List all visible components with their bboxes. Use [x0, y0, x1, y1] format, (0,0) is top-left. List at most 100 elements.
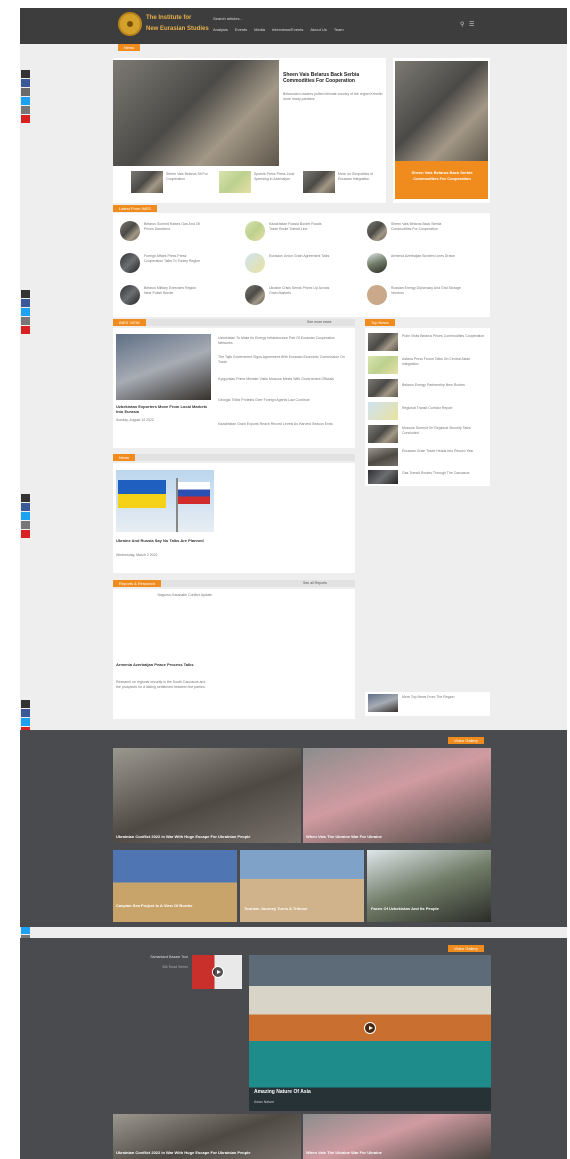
facebook-icon[interactable] — [21, 299, 30, 307]
latest-news-title[interactable]: Belarus Military Exercises Region Near P… — [144, 286, 204, 295]
header-search-text[interactable]: Search articles... — [213, 16, 243, 21]
latest-news-title[interactable]: Russian Energy Diplomacy And Grid Storag… — [391, 286, 461, 295]
video-thumb[interactable] — [113, 748, 301, 843]
nav-item[interactable]: About Us — [310, 27, 326, 32]
facebook-icon[interactable] — [21, 709, 30, 717]
print-icon[interactable] — [21, 521, 30, 529]
video-caption[interactable]: When Vais The Ukraine War For Ukraine — [306, 1150, 382, 1155]
latest-news-thumb[interactable] — [120, 253, 140, 273]
hero-strip-thumb[interactable] — [219, 171, 251, 193]
ukraine-flag-image[interactable] — [116, 470, 176, 532]
hero-strip-title[interactable]: Sputnik Press Press Zone Spending in Aze… — [254, 172, 299, 181]
print-icon[interactable] — [21, 106, 30, 114]
hero-strip-thumb[interactable] — [131, 171, 163, 193]
twitter-icon[interactable] — [21, 97, 30, 105]
nav-item[interactable]: Interviews/Events — [272, 27, 303, 32]
video-caption[interactable]: Caspian Sea Project Is A View Of Border — [116, 903, 234, 908]
latest-news-title[interactable]: Sheen Vais Belarus Back Serbia Commoditi… — [391, 222, 461, 231]
latest-news-thumb[interactable] — [367, 221, 387, 241]
video-thumb[interactable] — [240, 850, 364, 922]
video-caption[interactable]: Tourism Journey Turns A Tribune — [244, 906, 307, 911]
logo-text-line1[interactable]: The Institute for — [146, 15, 191, 21]
share-icon[interactable] — [21, 700, 30, 708]
tab-top-news[interactable]: Top News — [365, 319, 395, 326]
hero-strip-title[interactable]: Sheen Vais Belarus Sit For Cooperation — [166, 172, 216, 181]
nav-item[interactable]: Events — [235, 27, 247, 32]
video-main-title[interactable]: Amazing Nature Of Asia — [254, 1089, 311, 1095]
hero-strip-thumb[interactable] — [303, 171, 335, 193]
twitter-icon[interactable] — [21, 308, 30, 316]
facebook-icon[interactable] — [21, 79, 30, 87]
top-news-thumb[interactable] — [368, 402, 398, 420]
pinterest-icon[interactable] — [21, 115, 30, 123]
share-icon[interactable] — [21, 290, 30, 298]
search-icon[interactable]: ⚲ — [460, 21, 464, 28]
nav-item[interactable]: Analysis — [213, 27, 228, 32]
ines-view-lead-image[interactable] — [116, 334, 211, 400]
top-news-title[interactable]: Putin Visits Belarus Prices Commodities … — [402, 334, 487, 339]
latest-news-thumb[interactable] — [367, 253, 387, 273]
ines-view-bullet[interactable]: Kazakhstan Grain Exports Reach Record Le… — [218, 422, 350, 427]
top-news-thumb[interactable] — [368, 379, 398, 397]
top-news-thumb[interactable] — [368, 470, 398, 484]
facebook-icon[interactable] — [21, 503, 30, 511]
latest-news-title[interactable]: Eurasian Union Grain Agreement Talks — [269, 254, 331, 259]
reports-feature-caption[interactable]: Nagorno-Karabakh Conflict Update — [120, 593, 212, 598]
top-news-thumb[interactable] — [368, 333, 398, 351]
see-all-reports-link[interactable]: See all Reports — [303, 581, 327, 585]
latest-news-title[interactable]: Armenia Azerbaijan Borders Lines Drawn — [391, 254, 461, 259]
top-news-title[interactable]: Belarus Energy Partnership New Routes — [402, 383, 487, 388]
top-news-thumb[interactable] — [368, 356, 398, 374]
tab-news[interactable]: News — [118, 44, 141, 51]
video-side-title[interactable]: Samarkand Bazaar Tour — [128, 955, 188, 960]
video-thumb[interactable] — [113, 850, 237, 922]
logo-text-line2[interactable]: New Eurasian Studies — [146, 26, 209, 32]
pinterest-icon[interactable] — [21, 326, 30, 334]
twitter-icon[interactable] — [21, 512, 30, 520]
hero-side-image[interactable] — [395, 61, 488, 161]
play-icon[interactable] — [212, 966, 224, 978]
news-title[interactable]: Ukraine And Russia Say No Talks Are Plan… — [116, 538, 211, 543]
tab-news-2[interactable]: News — [113, 454, 136, 461]
latest-news-thumb[interactable] — [120, 221, 140, 241]
top-news-thumb[interactable] — [368, 448, 398, 466]
latest-news-title[interactable]: Kazakhstan Russia Border Roads Trade Rou… — [269, 222, 331, 231]
tab-video-gallery[interactable]: Video Gallery — [448, 737, 484, 744]
latest-news-title[interactable]: Belarus Summit Raises Gas And Oil Prices… — [144, 222, 204, 231]
ines-view-bullet[interactable]: The Tajik Government Signs Agreement Wit… — [218, 355, 350, 364]
top-news-title[interactable]: Astana Press Forum Talks On Central Asia… — [402, 357, 487, 366]
reports-title[interactable]: Armenia Azerbaijan Peace Process Talks — [116, 662, 211, 667]
video-caption[interactable]: Ukrainian Conflict 2022 in War With Huge… — [116, 1150, 251, 1155]
ines-view-bullet[interactable]: Kyrgyzstan Prime Minister Visits Moscow … — [218, 377, 350, 382]
latest-news-title[interactable]: Foreign Affairs Press Press Cooperation … — [144, 254, 204, 263]
nav-item[interactable]: Team — [334, 27, 344, 32]
see-more-link[interactable]: See more news — [307, 320, 331, 324]
twitter-icon[interactable] — [21, 926, 30, 934]
russia-flag-image[interactable] — [176, 470, 214, 532]
logo-emblem-icon[interactable] — [118, 12, 142, 36]
top-news-title[interactable]: Gas Transit Routes Through The Caucasus — [402, 471, 487, 476]
top-news-title[interactable]: Moscow Summit On Regional Security Talks… — [402, 426, 487, 435]
latest-news-thumb[interactable] — [367, 285, 387, 305]
video-caption[interactable]: Faces Of Uzbekistan And Its People — [371, 906, 439, 911]
pinterest-icon[interactable] — [21, 530, 30, 538]
hero-title[interactable]: Sheen Vais Belarus Back Serbia Commoditi… — [283, 72, 383, 84]
hero-image[interactable] — [113, 60, 279, 166]
tab-latest-news[interactable]: Latest From INES — [113, 205, 157, 212]
share-icon[interactable] — [21, 494, 30, 502]
latest-news-thumb[interactable] — [120, 285, 140, 305]
top-news-thumb[interactable] — [368, 694, 398, 712]
mail-icon[interactable] — [21, 88, 30, 96]
top-news-thumb[interactable] — [368, 425, 398, 443]
latest-news-thumb[interactable] — [245, 253, 265, 273]
top-news-title[interactable]: More Top News From The Region — [402, 695, 487, 700]
twitter-icon[interactable] — [21, 718, 30, 726]
print-icon[interactable] — [21, 317, 30, 325]
nav-item[interactable]: Media — [254, 27, 265, 32]
latest-news-title[interactable]: Ukraine Crisis Sends Prices Up Across Gr… — [269, 286, 331, 295]
tab-reports[interactable]: Reports & Research — [113, 580, 162, 587]
ines-view-lead-title[interactable]: Uzbekistan Exporters Move From Local Mar… — [116, 404, 211, 414]
hero-strip-title[interactable]: More on Geopolitics of Eurasian Integrat… — [338, 172, 383, 181]
tab-ines-view[interactable]: INES VIEW — [113, 319, 146, 326]
menu-icon[interactable]: ☰ — [469, 21, 474, 28]
